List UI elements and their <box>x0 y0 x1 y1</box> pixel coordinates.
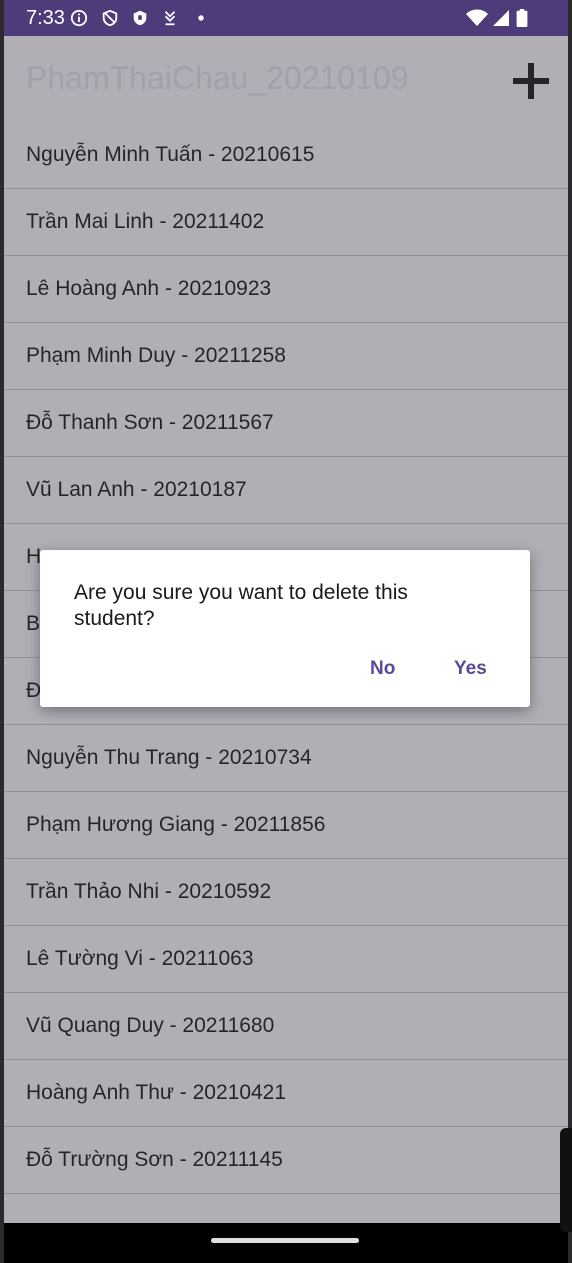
app-screen: 7:33 PhamThaiChau_20210109 Nguyễn Minh T… <box>4 0 568 1263</box>
shield-outline-icon <box>102 9 118 27</box>
info-icon <box>70 9 88 27</box>
dot-icon <box>198 15 204 21</box>
status-time: 7:33 <box>26 7 65 29</box>
dialog-message: Are you sure you want to delete this stu… <box>74 581 408 630</box>
wifi-icon <box>466 9 488 26</box>
status-bar: 7:33 <box>4 0 568 36</box>
yes-button[interactable]: Yes <box>454 658 487 680</box>
side-panel-tab[interactable] <box>560 1128 572 1232</box>
delete-confirm-dialog: Are you sure you want to delete this stu… <box>40 550 530 707</box>
battery-icon <box>516 9 528 27</box>
no-button[interactable]: No <box>370 658 395 680</box>
signal-icon <box>493 10 509 26</box>
home-gesture-handle[interactable] <box>211 1238 359 1243</box>
download-arrows-icon <box>164 11 176 26</box>
navigation-bar <box>4 1223 568 1263</box>
shield-filled-icon <box>133 10 147 26</box>
